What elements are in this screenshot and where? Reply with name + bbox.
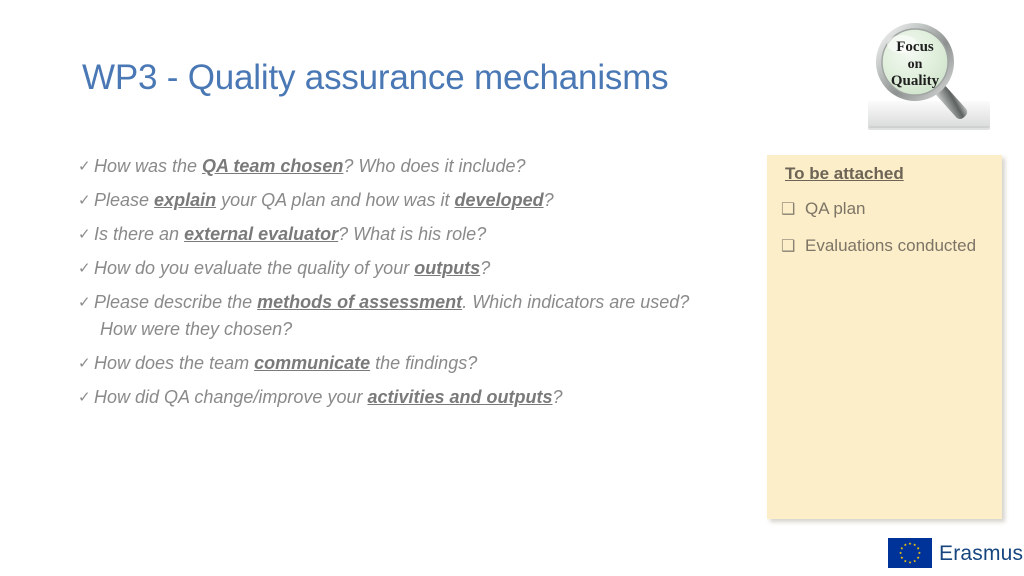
checkmark-icon: ✓ (78, 259, 91, 277)
text-emphasis: QA team chosen (202, 156, 344, 176)
list-item-text: How does the team communicate the findin… (94, 352, 738, 374)
list-item: ✓ Please explain your QA plan and how wa… (78, 189, 738, 211)
text-segment: How did QA change/improve your (94, 387, 368, 407)
magnifying-glass-icon: Focus on Quality (868, 23, 990, 130)
list-item-text-line2: How were they chosen? (100, 319, 293, 339)
focus-on-quality-graphic: Focus on Quality (862, 18, 1007, 138)
checkmark-icon: ✓ (78, 388, 91, 406)
magnifier-base (868, 101, 990, 128)
list-item-text: How do you evaluate the quality of your … (94, 257, 738, 279)
list-item: ✓ Please describe the methods of assessm… (78, 291, 738, 340)
checkbox-icon[interactable]: ❑ (781, 234, 805, 258)
list-item-label: Evaluations conducted (805, 236, 977, 255)
list-item: ❑ Evaluations conducted (781, 234, 991, 258)
list-item: ✓ How does the team communicate the find… (78, 352, 738, 374)
list-item: ❑ QA plan (781, 197, 991, 221)
attachment-list: ❑ QA plan ❑ Evaluations conducted (781, 197, 991, 271)
text-emphasis: communicate (254, 353, 371, 373)
list-item-text: Please explain your QA plan and how was … (94, 189, 738, 211)
questions-list: ✓ How was the QA team chosen? Who does i… (78, 155, 738, 420)
text-segment: the findings? (370, 353, 478, 373)
panel-title: To be attached (785, 164, 904, 183)
checkmark-icon: ✓ (78, 191, 91, 209)
text-emphasis: developed (454, 190, 544, 210)
text-emphasis: activities and outputs (367, 387, 553, 407)
text-segment: Please describe the (94, 292, 258, 312)
lens-text-line-2: on (908, 57, 923, 72)
text-segment: ? (552, 387, 563, 407)
lens-text-line-3: Quality (891, 73, 940, 89)
text-segment: ? (543, 190, 554, 210)
text-segment: How does the team (94, 353, 255, 373)
text-emphasis: explain (154, 190, 217, 210)
list-item-label: QA plan (805, 199, 866, 218)
checkbox-icon[interactable]: ❑ (781, 197, 805, 221)
page-title: WP3 - Quality assurance mechanisms (82, 58, 669, 97)
text-segment: How was the (94, 156, 203, 176)
list-item-text: How did QA change/improve your activitie… (94, 386, 738, 408)
slide-canvas: WP3 - Quality assurance mechanisms Focus… (0, 0, 1024, 576)
erasmus-wordmark: Erasmus+ (939, 541, 1024, 565)
text-segment: Is there an (94, 224, 185, 244)
text-segment: your QA plan and how was it (216, 190, 455, 210)
text-segment: ? What is his role? (338, 224, 487, 244)
list-item: ✓ How was the QA team chosen? Who does i… (78, 155, 738, 177)
list-item: ✓ How did QA change/improve your activit… (78, 386, 738, 408)
lens-text-line-1: Focus (896, 39, 934, 55)
text-segment: ? (480, 258, 491, 278)
list-item-text: How was the QA team chosen? Who does it … (94, 155, 738, 177)
text-segment: ? Who does it include? (343, 156, 526, 176)
list-item: ✓ How do you evaluate the quality of you… (78, 257, 738, 279)
checkmark-icon: ✓ (78, 293, 91, 311)
text-segment: How do you evaluate the quality of your (94, 258, 415, 278)
text-segment: Please (94, 190, 155, 210)
list-item-text: Please describe the methods of assessmen… (94, 291, 738, 340)
text-emphasis: outputs (414, 258, 481, 278)
eu-flag-icon (888, 538, 932, 568)
erasmus-plus-logo: Erasmus+ (888, 534, 1024, 572)
text-emphasis: methods of assessment (257, 292, 463, 312)
to-be-attached-panel: To be attached ❑ QA plan ❑ Evaluations c… (767, 155, 1002, 519)
checkmark-icon: ✓ (78, 225, 91, 243)
list-item-text: Is there an external evaluator? What is … (94, 223, 738, 245)
text-segment: . Which indicators are used? (462, 292, 690, 312)
list-item: ✓ Is there an external evaluator? What i… (78, 223, 738, 245)
checkmark-icon: ✓ (78, 354, 91, 372)
checkmark-icon: ✓ (78, 157, 91, 175)
text-emphasis: external evaluator (184, 224, 339, 244)
